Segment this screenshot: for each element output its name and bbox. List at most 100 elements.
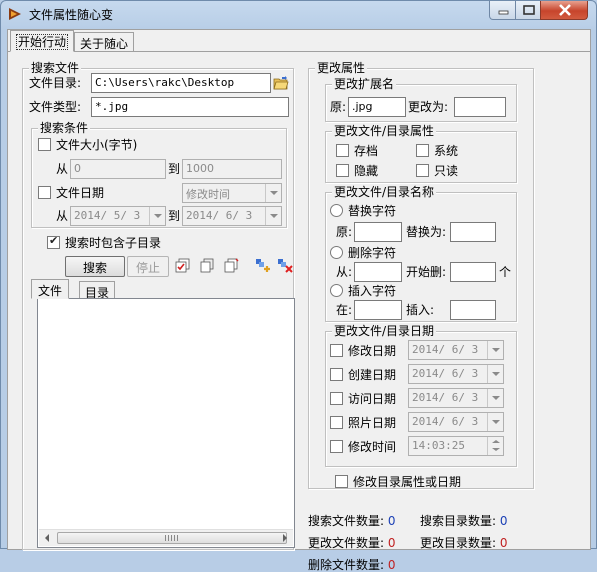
replace-radio[interactable]	[330, 204, 343, 217]
minimize-button[interactable]	[489, 1, 516, 20]
insert-text-input[interactable]	[450, 300, 496, 320]
search-conditions-group: 搜索条件 文件大小(字节) 从 0 到 1000 文件日期 修改时间 从 201…	[31, 121, 287, 228]
app-icon	[9, 8, 21, 20]
date-to-picker[interactable]: 2014/ 6/ 3	[182, 206, 282, 226]
size-to-input[interactable]: 1000	[182, 159, 282, 179]
date-to-value: 2014/ 6/ 3	[186, 209, 253, 222]
rename-title: 更改文件/目录名称	[332, 185, 437, 199]
date-from-picker[interactable]: 2014/ 5/ 3	[70, 206, 166, 226]
changed-files-count: 更改文件数量: 0	[308, 536, 396, 550]
search-files-count-value: 0	[387, 514, 396, 528]
tab-start[interactable]: 开始行动	[10, 30, 75, 52]
ext-orig-input[interactable]: .jpg	[348, 97, 406, 117]
dir-attr-checkbox[interactable]	[335, 475, 348, 488]
archive-checkbox[interactable]	[336, 144, 349, 157]
result-tab-files-label: 文件	[38, 284, 63, 298]
date-checkbox[interactable]	[38, 186, 51, 199]
delete-label: 删除字符	[348, 246, 397, 260]
create-date-checkbox[interactable]	[330, 368, 343, 381]
replace-orig-input[interactable]	[354, 222, 402, 242]
paste-icon[interactable]	[223, 258, 239, 274]
scroll-left-icon[interactable]	[45, 534, 49, 542]
search-files-count: 搜索文件数量: 0	[308, 514, 396, 528]
tab-page-start: 搜索文件 文件目录: C:\Users\rakc\Desktop 文件类型: *…	[8, 51, 590, 572]
modify-time-checkbox[interactable]	[330, 440, 343, 453]
photo-date-checkbox[interactable]	[330, 416, 343, 429]
search-button[interactable]: 搜索	[65, 256, 125, 277]
tab-about[interactable]: 关于随心	[74, 32, 135, 51]
delete-radio[interactable]	[330, 246, 343, 259]
create-date-label: 创建日期	[348, 368, 397, 382]
insert-at-label: 在:	[336, 303, 353, 317]
result-tab-dirs[interactable]: 目录	[79, 281, 116, 300]
change-ext-title: 更改扩展名	[332, 77, 397, 91]
delete-count-input[interactable]	[450, 262, 496, 282]
horizontal-scrollbar[interactable]	[39, 529, 293, 546]
date-from-value: 2014/ 5/ 3	[74, 209, 141, 222]
insert-radio[interactable]	[330, 284, 343, 297]
ext-change-label: 更改为:	[408, 100, 449, 114]
size-label: 文件大小(字节)	[56, 138, 138, 152]
readonly-checkbox[interactable]	[416, 164, 429, 177]
modify-date-checkbox[interactable]	[330, 344, 343, 357]
window-title: 文件属性随心变	[29, 8, 114, 22]
tab-about-label: 关于随心	[80, 37, 129, 51]
create-date-picker[interactable]: 2014/ 6/ 3	[408, 364, 504, 384]
modify-date-label: 修改日期	[348, 344, 397, 358]
copy-icon[interactable]	[199, 258, 215, 274]
scroll-thumb[interactable]	[57, 532, 287, 544]
select-all-icon[interactable]	[175, 258, 191, 274]
system-checkbox[interactable]	[416, 144, 429, 157]
spin-arrows-icon[interactable]	[487, 437, 503, 455]
search-files-count-label: 搜索文件数量:	[308, 514, 385, 528]
modify-time-value: 14:03:25	[412, 439, 465, 452]
archive-label: 存档	[354, 144, 379, 158]
hidden-checkbox[interactable]	[336, 164, 349, 177]
access-date-picker[interactable]: 2014/ 6/ 3	[408, 388, 504, 408]
search-files-title: 搜索文件	[29, 61, 82, 75]
change-dates-title: 更改文件/目录日期	[332, 324, 437, 338]
changed-files-count-value: 0	[387, 536, 396, 550]
type-input[interactable]: *.jpg	[91, 97, 289, 117]
create-date-value: 2014/ 6/ 3	[412, 367, 479, 380]
readonly-label: 只读	[434, 164, 459, 178]
result-tab-files[interactable]: 文件	[31, 279, 70, 299]
subdir-checkbox[interactable]	[47, 234, 60, 249]
changed-files-count-label: 更改文件数量:	[308, 536, 385, 550]
modify-date-picker[interactable]: 2014/ 6/ 3	[408, 340, 504, 360]
scroll-right-icon[interactable]	[283, 534, 287, 542]
replace-orig-label: 原:	[336, 225, 353, 239]
ext-change-input[interactable]	[454, 97, 506, 117]
insert-label: 插入字符	[348, 284, 397, 298]
dir-input[interactable]: C:\Users\rakc\Desktop	[91, 73, 271, 93]
close-button[interactable]	[540, 1, 588, 20]
folder-open-icon[interactable]	[273, 75, 289, 91]
stop-button[interactable]: 停止	[127, 256, 169, 277]
photo-date-picker[interactable]: 2014/ 6/ 3	[408, 412, 504, 432]
access-date-checkbox[interactable]	[330, 392, 343, 405]
ext-orig-label: 原:	[330, 100, 347, 114]
system-label: 系统	[434, 144, 459, 158]
delete-from-input[interactable]	[354, 262, 402, 282]
delete-item-icon[interactable]	[277, 258, 293, 274]
modify-time-picker[interactable]: 14:03:25	[408, 436, 504, 456]
replace-with-input[interactable]	[450, 222, 496, 242]
maximize-button[interactable]	[515, 1, 541, 20]
rename-group: 更改文件/目录名称 替换字符 原: 替换为: 删除字符 从: 开始删: 个 插入…	[325, 185, 517, 322]
insert-at-input[interactable]	[354, 300, 402, 320]
search-dirs-count-label: 搜索目录数量:	[420, 514, 497, 528]
add-item-icon[interactable]	[255, 258, 271, 274]
date-type-select[interactable]: 修改时间	[182, 183, 282, 203]
size-from-input[interactable]: 0	[70, 159, 166, 179]
chevron-down-icon	[487, 365, 503, 383]
chevron-down-icon	[149, 207, 165, 225]
modify-date-value: 2014/ 6/ 3	[412, 343, 479, 356]
insert-text-label: 插入:	[406, 303, 435, 317]
delete-from-label: 从:	[336, 265, 353, 279]
count-unit-label: 个	[499, 265, 512, 279]
file-list[interactable]	[37, 298, 295, 548]
size-checkbox[interactable]	[38, 138, 51, 151]
change-dates-group: 更改文件/目录日期 修改日期 2014/ 6/ 3 创建日期 2014/ 6/ …	[325, 324, 517, 467]
subdir-label: 搜索时包含子目录	[65, 236, 162, 250]
change-attr-sub-title: 更改文件/目录属性	[332, 124, 437, 138]
